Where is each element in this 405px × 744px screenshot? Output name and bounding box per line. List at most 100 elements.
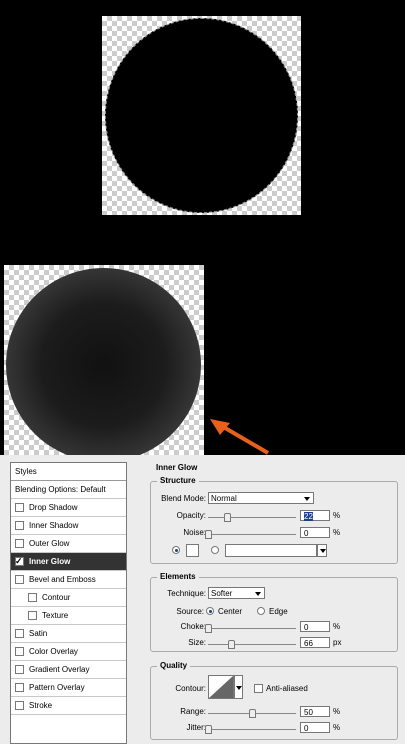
structure-title: Structure [157,476,199,485]
opacity-slider-thumb[interactable] [224,513,232,522]
styles-item-checkbox[interactable] [15,647,24,656]
jitter-slider[interactable] [205,725,296,734]
source-center-label: Center [218,607,243,616]
source-edge-label: Edge [269,607,288,616]
technique-value: Softer [211,589,233,598]
opacity-input[interactable]: 22 [300,510,330,521]
contour-label: Contour: [175,684,206,693]
chevron-down-icon [255,592,261,596]
technique-select[interactable]: Softer [208,587,265,599]
styles-item-label: Blending Options: Default [15,485,106,494]
styles-item-label: Pattern Overlay [29,683,85,692]
noise-label: Noise: [183,528,206,537]
panel-title: Inner Glow [156,463,198,472]
styles-item-pattern-overlay[interactable]: Pattern Overlay [11,679,126,697]
jitter-label: Jitter: [186,723,206,732]
chevron-down-icon [236,686,242,690]
styles-item-checkbox[interactable] [15,575,24,584]
elements-title: Elements [157,572,199,581]
size-input[interactable]: 66 [300,637,330,648]
range-input[interactable]: 50 [300,706,330,717]
styles-item-outer-glow[interactable]: Outer Glow [11,535,126,553]
jitter-unit: % [333,723,341,732]
styles-item-checkbox[interactable] [15,629,24,638]
styles-header[interactable]: Styles [11,463,126,481]
styles-item-color-overlay[interactable]: Color Overlay [11,643,126,661]
styles-item-checkbox[interactable] [15,683,24,692]
contour-picker[interactable] [208,675,234,699]
gradient-radio[interactable] [211,546,219,554]
styles-item-label: Satin [29,629,48,638]
opacity-unit: % [333,511,341,520]
styles-item-satin[interactable]: Satin [11,625,126,643]
noise-input[interactable]: 0 [300,527,330,538]
size-slider[interactable] [208,640,296,649]
noise-unit: % [333,528,341,537]
styles-item-checkbox[interactable] [15,503,24,512]
styles-item-inner-shadow[interactable]: Inner Shadow [11,517,126,535]
styles-item-label: Inner Shadow [29,521,79,530]
gradient-dropdown[interactable] [317,544,327,557]
arrow-icon [210,419,270,455]
styles-item-checkbox[interactable] [15,701,24,710]
styles-item-checkbox[interactable] [15,521,24,530]
contour-curve-icon [209,676,233,698]
source-edge-radio[interactable] [257,607,265,615]
noise-slider-thumb[interactable] [205,530,212,539]
styles-item-drop-shadow[interactable]: Drop Shadow [11,499,126,517]
size-label: Size: [188,638,206,647]
styles-item-bevel-and-emboss[interactable]: Bevel and Emboss [11,571,126,589]
noise-slider[interactable] [205,530,296,539]
choke-slider-thumb[interactable] [205,624,212,633]
anti-aliased-checkbox[interactable] [254,684,263,693]
contour-dropdown[interactable] [234,675,243,699]
source-center-radio[interactable] [206,607,214,615]
range-label: Range: [180,707,206,716]
circle-selection [105,18,298,213]
quality-title: Quality [157,661,191,670]
size-unit: px [333,638,342,647]
chevron-down-icon [320,549,326,553]
jitter-input[interactable]: 0 [300,722,330,733]
styles-item-checkbox[interactable] [15,539,24,548]
styles-item-label: Texture [42,611,69,620]
styles-item-texture[interactable]: Texture [11,607,126,625]
styles-item-label: Contour [42,593,71,602]
choke-slider[interactable] [205,624,296,633]
choke-unit: % [333,622,341,631]
styles-item-label: Drop Shadow [29,503,78,512]
styles-item-label: Inner Glow [29,557,71,566]
chevron-down-icon [304,497,310,501]
styles-item-label: Gradient Overlay [29,665,90,674]
styles-item-contour[interactable]: Contour [11,589,126,607]
jitter-slider-thumb[interactable] [205,725,212,734]
styles-item-label: Color Overlay [29,647,78,656]
styles-item-checkbox[interactable] [28,593,37,602]
range-slider-thumb[interactable] [249,709,256,718]
opacity-label: Opacity: [176,511,206,520]
styles-item-blending-options-default[interactable]: Blending Options: Default [11,481,126,499]
opacity-slider[interactable] [208,513,296,522]
styles-item-checkbox[interactable] [15,553,24,570]
styles-item-checkbox[interactable] [15,665,24,674]
styles-item-stroke[interactable]: Stroke [11,697,126,715]
choke-input[interactable]: 0 [300,621,330,632]
solid-color-radio[interactable] [172,546,180,554]
circle-inner-glow-result [6,268,201,462]
canvas-after [4,265,204,463]
styles-item-gradient-overlay[interactable]: Gradient Overlay [11,661,126,679]
styles-list: Styles Blending Options: Default Drop Sha… [10,462,127,744]
gradient-picker[interactable] [225,544,317,557]
blend-mode-value: Normal [211,494,237,503]
range-slider[interactable] [208,709,296,718]
glow-color-swatch[interactable] [186,544,199,557]
blend-mode-select[interactable]: Normal [208,492,314,504]
blend-mode-label: Blend Mode: [161,494,206,503]
technique-label: Technique: [167,589,206,598]
canvas-before [102,16,301,215]
styles-item-checkbox[interactable] [28,611,37,620]
anti-aliased-label: Anti-aliased [266,684,308,693]
choke-label: Choke: [180,622,206,631]
size-slider-thumb[interactable] [227,640,235,649]
styles-item-inner-glow[interactable]: Inner Glow [11,553,126,571]
